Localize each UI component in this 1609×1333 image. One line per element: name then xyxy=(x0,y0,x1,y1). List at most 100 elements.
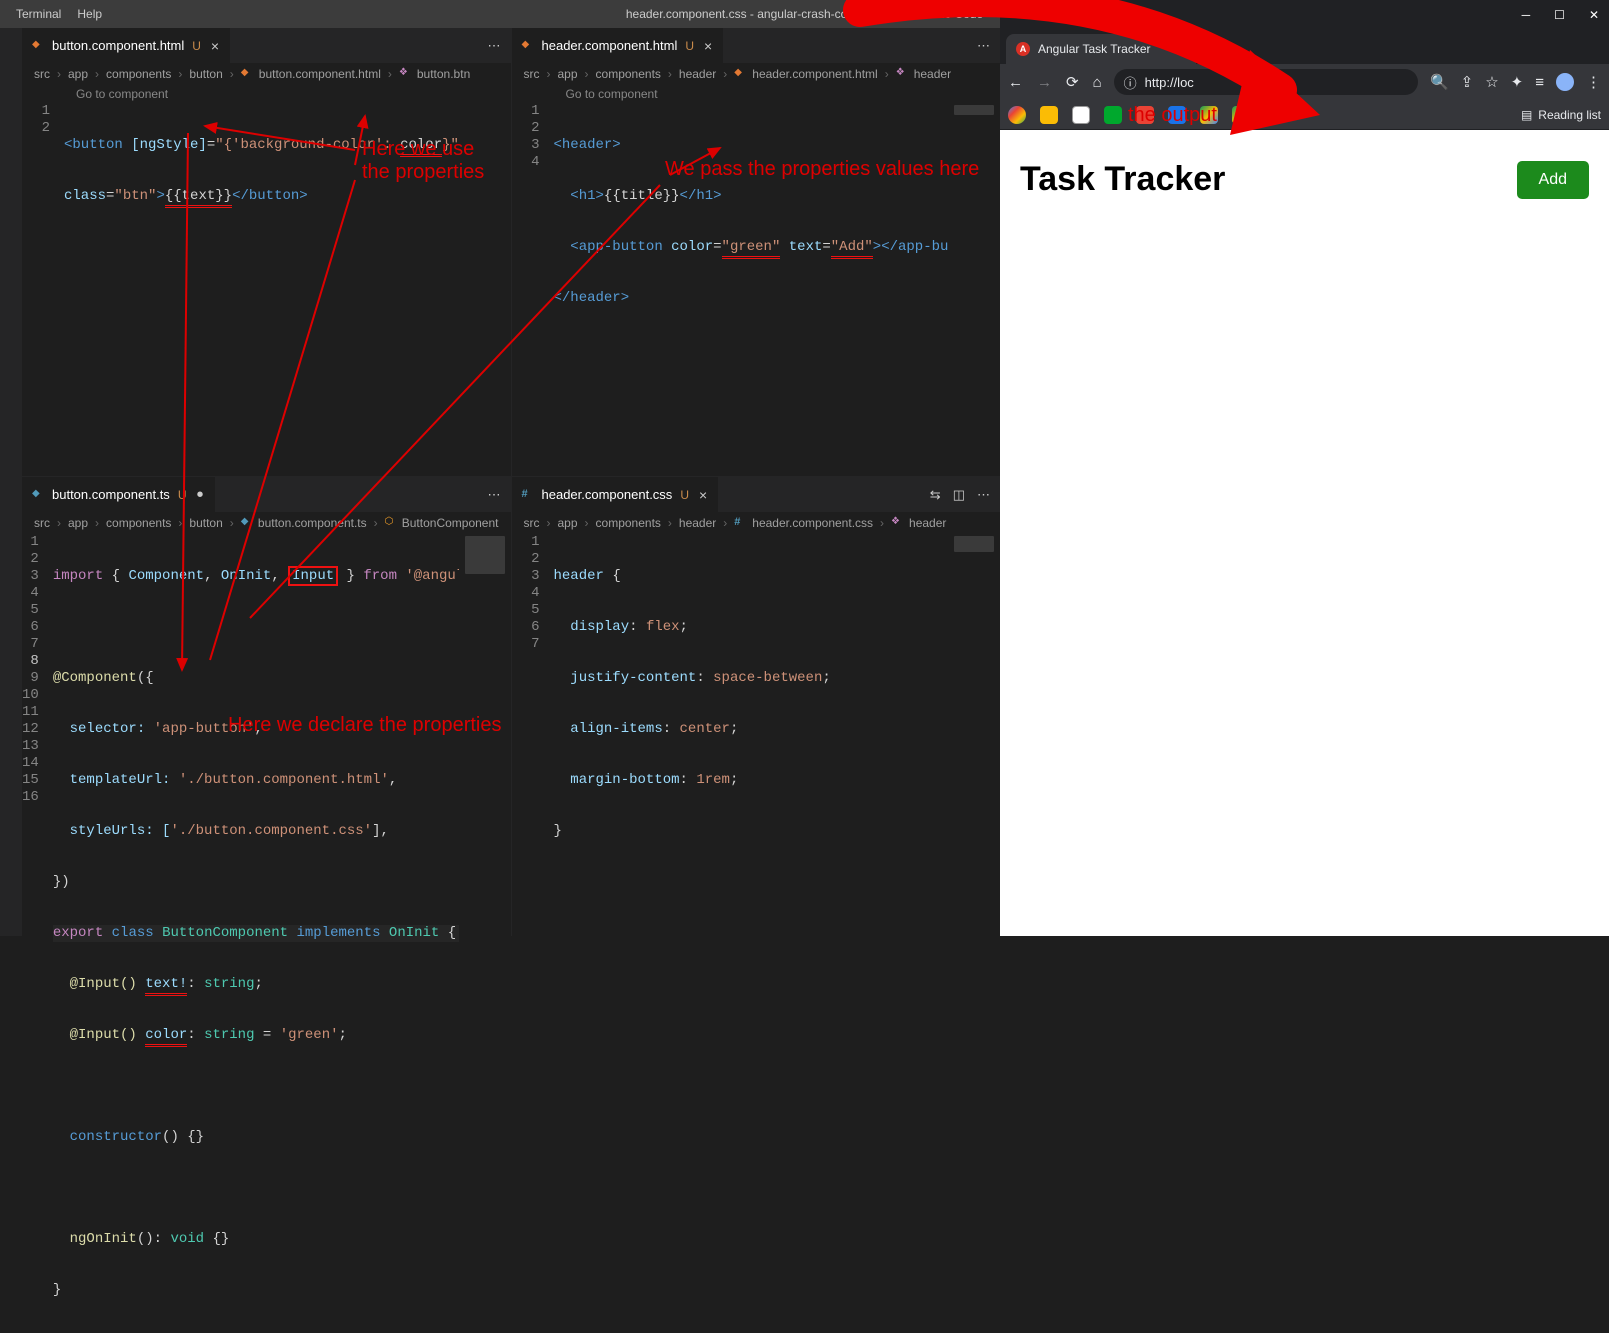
extensions-icon[interactable]: ✦ xyxy=(1511,73,1524,91)
ts-icon xyxy=(241,516,254,530)
browser-window: ─ ☐ ✕ A Angular Task Tracker × + ← → ⟳ ⌂… xyxy=(1000,0,1609,936)
pane-button-ts: button.component.ts U • ⋯ src› app› comp… xyxy=(22,477,511,1333)
url-text: http://loc xyxy=(1145,75,1194,90)
browser-tabs: A Angular Task Tracker × + xyxy=(1000,30,1609,64)
apps-icon[interactable]: ≡ xyxy=(1535,74,1544,91)
share-icon[interactable]: ⇪ xyxy=(1461,73,1474,91)
tabbar: button.component.html U × ⋯ xyxy=(22,28,511,63)
zoom-icon[interactable]: 🔍 xyxy=(1430,73,1449,91)
modified-badge: U xyxy=(680,488,689,502)
dirty-dot-icon[interactable]: • xyxy=(196,490,203,500)
class-icon xyxy=(385,516,398,530)
menu-icon[interactable]: ⋮ xyxy=(1586,73,1601,91)
evernote-bookmark-icon[interactable] xyxy=(1104,106,1122,124)
html-icon xyxy=(522,39,536,53)
tabbar: header.component.html U × ⋯ xyxy=(512,28,1001,63)
tab-label: header.component.html xyxy=(542,38,678,53)
home-icon[interactable]: ⌂ xyxy=(1093,74,1102,91)
tab-header-html[interactable]: header.component.html U × xyxy=(512,28,724,63)
split-icon[interactable]: ◫ xyxy=(953,487,965,503)
close-icon[interactable]: ✕ xyxy=(1589,8,1599,22)
gutter: 12 34 56 78 910 1112 1314 1516 xyxy=(22,534,53,1333)
new-tab-icon[interactable]: + xyxy=(1196,37,1227,58)
symbol-icon xyxy=(399,67,413,81)
code-lines[interactable]: <header> <h1>{{title}}</h1> <app-button … xyxy=(554,103,1001,476)
gutter: 1 2 xyxy=(22,103,64,476)
symbol-icon xyxy=(896,67,910,81)
css-icon xyxy=(522,488,536,502)
code-lines[interactable]: <button [ngStyle]="{'background-color': … xyxy=(64,103,511,476)
tab-header-css[interactable]: header.component.css U × xyxy=(512,477,719,512)
minimap[interactable] xyxy=(948,103,1000,476)
back-icon[interactable]: ← xyxy=(1008,74,1023,91)
menu-terminal[interactable]: Terminal xyxy=(8,7,69,21)
gutter: 1 2 3 4 xyxy=(512,103,554,476)
tab-button-html[interactable]: button.component.html U × xyxy=(22,28,230,63)
menu-help[interactable]: Help xyxy=(69,7,110,21)
minimap[interactable] xyxy=(948,534,1000,1333)
pane-button-html: button.component.html U × ⋯ src› app› co… xyxy=(22,28,511,476)
maximize-icon[interactable]: ☐ xyxy=(1554,8,1565,22)
reload-icon[interactable]: ⟳ xyxy=(1066,73,1079,91)
browser-titlebar: ─ ☐ ✕ xyxy=(1000,0,1609,30)
browser-tab[interactable]: A Angular Task Tracker × xyxy=(1006,34,1196,64)
drive-bookmark-icon[interactable] xyxy=(1200,106,1218,124)
html-icon xyxy=(241,67,255,81)
codelens[interactable]: Go to component xyxy=(512,85,1001,103)
more-icon[interactable]: ⋯ xyxy=(977,487,990,503)
minimap[interactable] xyxy=(459,534,511,1333)
drive2-bookmark-icon[interactable] xyxy=(1232,106,1250,124)
reading-list-icon: ▤ xyxy=(1521,108,1532,122)
editor-grid: button.component.html U × ⋯ src› app› co… xyxy=(22,28,1000,936)
code-editor[interactable]: 1 2 <button [ngStyle]="{'background-colo… xyxy=(22,103,511,476)
google-bookmark-icon[interactable] xyxy=(1008,106,1026,124)
code-editor[interactable]: 1 2 3 4 <header> <h1>{{title}}</h1> <app… xyxy=(512,103,1001,476)
tab-label: header.component.css xyxy=(542,487,673,502)
breadcrumb[interactable]: src› app› components› header› header.com… xyxy=(512,63,1001,85)
keep-bookmark-icon[interactable] xyxy=(1040,106,1058,124)
symbol-icon xyxy=(891,516,905,530)
profile-avatar-icon[interactable] xyxy=(1556,73,1574,91)
bookmark-star-icon[interactable]: ☆ xyxy=(1485,73,1498,91)
reading-list-button[interactable]: ▤ Reading list xyxy=(1521,108,1601,122)
code-editor[interactable]: 12 34 56 7 header { display: flex; justi… xyxy=(512,534,1001,1333)
info-icon[interactable]: ⓘ xyxy=(1124,73,1137,92)
bookmark-overflow-icon[interactable]: » xyxy=(1264,107,1272,123)
css-icon xyxy=(734,516,748,530)
gmail2-bookmark-icon[interactable] xyxy=(1168,106,1186,124)
activity-bar[interactable] xyxy=(0,28,22,936)
pane-header-css: header.component.css U × ⇆ ◫ ⋯ src› app›… xyxy=(512,477,1001,1333)
tab-button-ts[interactable]: button.component.ts U • xyxy=(22,477,215,512)
window-title: header.component.css - angular-crash-cou… xyxy=(626,7,983,21)
tab-label: button.component.ts xyxy=(52,487,170,502)
more-icon[interactable]: ⋯ xyxy=(488,487,501,503)
modified-badge: U xyxy=(178,488,187,502)
minimize-icon[interactable]: ─ xyxy=(1522,8,1531,22)
code-lines[interactable]: header { display: flex; justify-content:… xyxy=(554,534,1001,1333)
modified-badge: U xyxy=(685,39,694,53)
code-editor[interactable]: 12 34 56 78 910 1112 1314 1516 import { … xyxy=(22,534,511,1333)
more-icon[interactable]: ⋯ xyxy=(977,38,990,54)
breadcrumb[interactable]: src› app› components› button› button.com… xyxy=(22,512,511,534)
codelens[interactable]: Go to component xyxy=(22,85,511,103)
forward-icon[interactable]: → xyxy=(1037,74,1052,91)
more-icon[interactable]: ⋯ xyxy=(488,38,501,54)
add-button[interactable]: Add xyxy=(1517,161,1589,199)
breadcrumb[interactable]: src› app› components› button› button.com… xyxy=(22,63,511,85)
tabbar: header.component.css U × ⇆ ◫ ⋯ xyxy=(512,477,1001,512)
close-icon[interactable]: × xyxy=(704,38,712,54)
modified-badge: U xyxy=(192,39,201,53)
calendar-bookmark-icon[interactable] xyxy=(1072,106,1090,124)
gmail-bookmark-icon[interactable] xyxy=(1136,106,1154,124)
code-lines[interactable]: import { Component, OnInit, Input } from… xyxy=(53,534,511,1333)
pane-header-html: header.component.html U × ⋯ src› app› co… xyxy=(512,28,1001,476)
close-icon[interactable]: × xyxy=(211,38,219,54)
diff-icon[interactable]: ⇆ xyxy=(930,487,941,503)
close-icon[interactable]: × xyxy=(1179,42,1186,56)
browser-toolbar: ← → ⟳ ⌂ ⓘ http://loc 🔍 ⇪ ☆ ✦ ≡ ⋮ xyxy=(1000,64,1609,100)
app-header: Task Tracker Add xyxy=(1020,160,1589,199)
gutter: 12 34 56 7 xyxy=(512,534,554,1333)
breadcrumb[interactable]: src› app› components› header› header.com… xyxy=(512,512,1001,534)
close-icon[interactable]: × xyxy=(699,487,707,503)
address-bar[interactable]: ⓘ http://loc xyxy=(1114,69,1418,95)
